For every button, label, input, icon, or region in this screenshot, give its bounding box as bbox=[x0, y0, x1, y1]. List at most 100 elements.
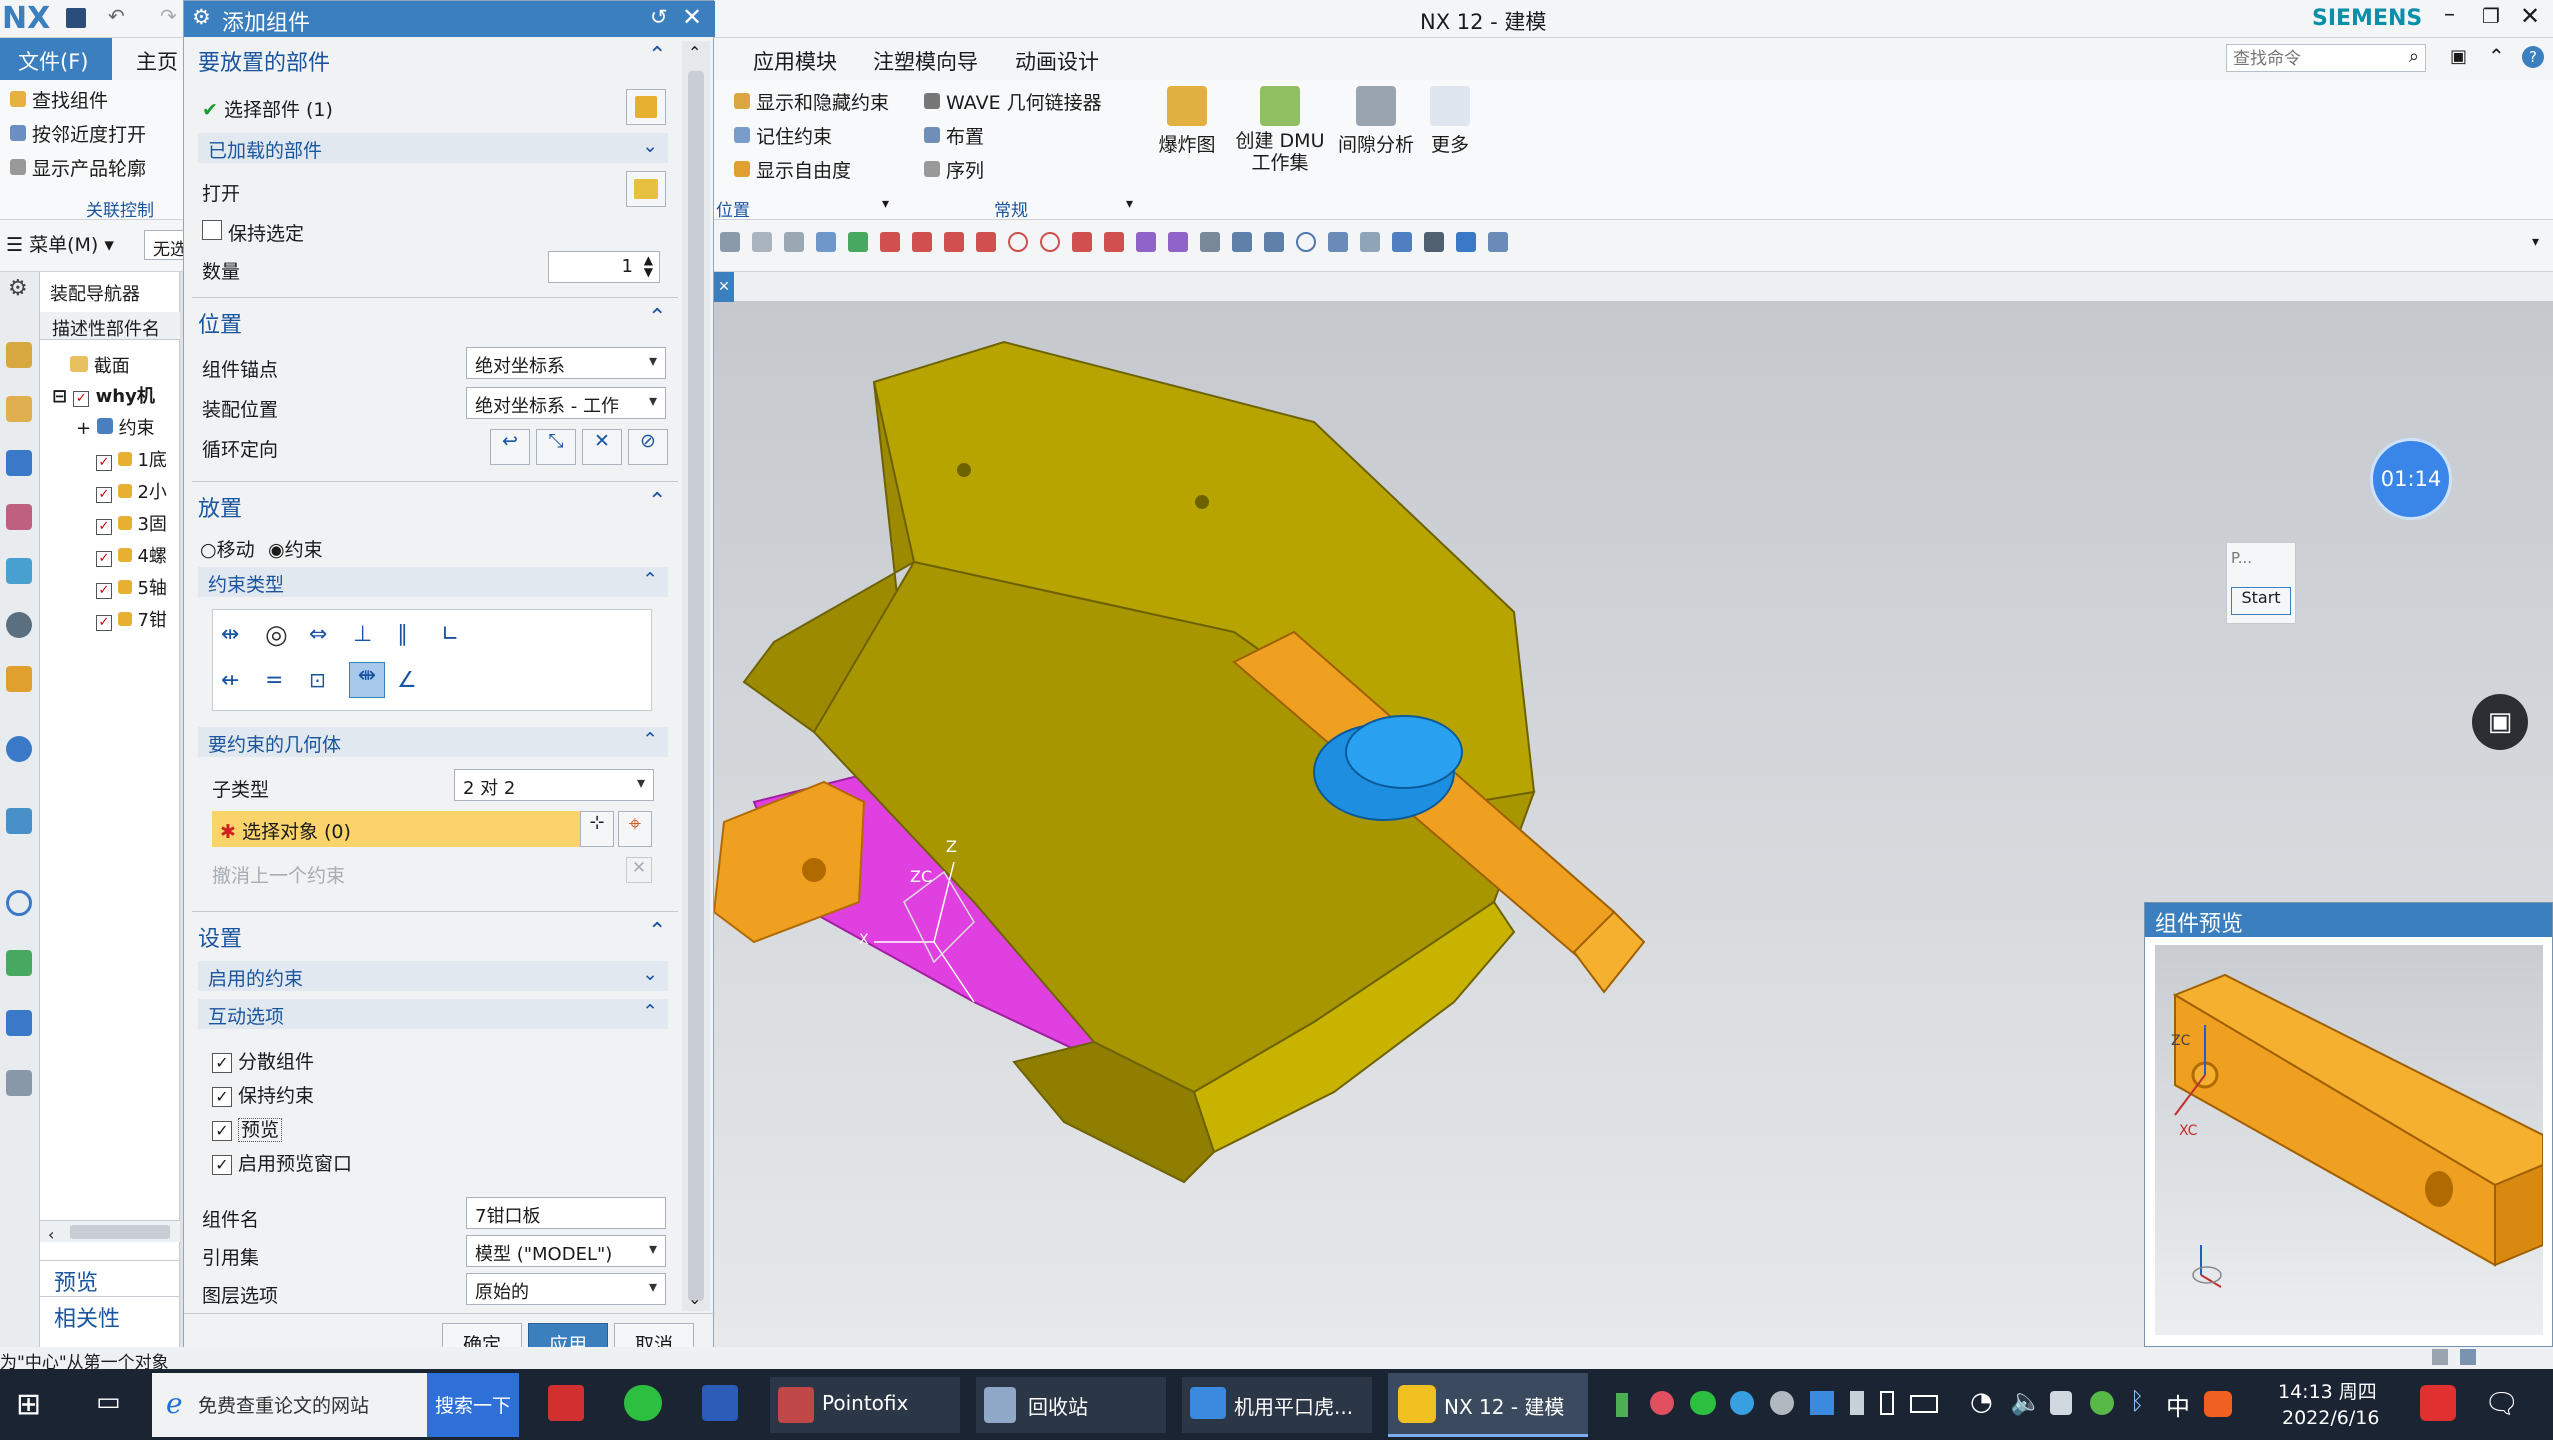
tray-grid-icon[interactable] bbox=[1810, 1391, 1834, 1415]
dependencies-section-header[interactable]: 相关性 bbox=[40, 1296, 180, 1332]
preview-option[interactable]: ✓ 预览 bbox=[212, 1115, 283, 1142]
tray-sync-icon[interactable] bbox=[1770, 1391, 1794, 1415]
section-position[interactable]: 位置 bbox=[198, 307, 242, 339]
select-object-row[interactable]: ✱ 选择对象 (0) bbox=[212, 811, 598, 847]
arrangement-button[interactable]: 布置 bbox=[924, 122, 984, 149]
move-radio[interactable]: ○移动 bbox=[200, 535, 255, 562]
layer-icon[interactable] bbox=[1200, 232, 1220, 252]
tray-ime-indicator[interactable]: 中 bbox=[2166, 1387, 2190, 1422]
word-icon[interactable] bbox=[702, 1385, 738, 1421]
reset-orientation-button[interactable]: ⊘ bbox=[628, 429, 668, 465]
tree-item-part[interactable]: ✓ 5轴 bbox=[96, 574, 167, 600]
add-point-button[interactable]: ⊹ bbox=[580, 811, 614, 847]
point-on-curve-icon[interactable] bbox=[1104, 232, 1124, 252]
scroll-thumb[interactable] bbox=[688, 71, 704, 1301]
close-icon[interactable]: ✕ bbox=[2520, 2, 2540, 30]
taskbar-app-pointofix[interactable]: Pointofix bbox=[770, 1377, 960, 1433]
collapse-icon[interactable]: ⌃ bbox=[648, 305, 666, 330]
loaded-parts-header[interactable]: 已加载的部件 ⌄ bbox=[198, 133, 668, 163]
arc-center-icon[interactable] bbox=[1008, 232, 1028, 252]
search-icon[interactable]: ⌕ bbox=[2409, 46, 2419, 67]
tray-app-icon[interactable] bbox=[1650, 1391, 1674, 1415]
open-button[interactable] bbox=[626, 171, 666, 207]
keep-selected-option[interactable]: 保持选定 bbox=[202, 219, 304, 246]
section-parts-to-place[interactable]: 要放置的部件 bbox=[198, 45, 330, 77]
assembly-position-select[interactable]: 绝对坐标系 - 工作 bbox=[466, 387, 666, 419]
tree-checkbox[interactable]: ✓ bbox=[96, 487, 112, 503]
scroll-left-icon[interactable]: ‹ bbox=[40, 1225, 54, 1244]
recording-timer[interactable]: 01:14 bbox=[2370, 438, 2452, 520]
keep-selected-checkbox[interactable] bbox=[202, 220, 222, 240]
concentric-icon[interactable]: ◎ bbox=[265, 620, 288, 650]
minimize-icon[interactable]: – bbox=[2444, 2, 2455, 27]
control-point-icon[interactable] bbox=[944, 232, 964, 252]
orient-to-wcs-button[interactable]: ⤡ bbox=[536, 429, 576, 465]
pan-icon[interactable] bbox=[1328, 232, 1348, 252]
tree-checkbox[interactable]: ✓ bbox=[96, 615, 112, 631]
taskbar-app-vise-doc[interactable]: 机用平口虎... bbox=[1182, 1377, 1372, 1433]
preview-canvas[interactable]: ZC XC bbox=[2155, 945, 2544, 1335]
subtype-select[interactable]: 2 对 2 bbox=[454, 769, 654, 801]
keep-constraints-option[interactable]: ✓ 保持约束 bbox=[212, 1081, 314, 1108]
tree-checkbox[interactable]: ✓ bbox=[96, 551, 112, 567]
geometry-header[interactable]: 要约束的几何体 ⌃ bbox=[198, 727, 668, 757]
restore-icon[interactable]: ❐ bbox=[2482, 4, 2500, 28]
point-on-face-icon[interactable] bbox=[1136, 232, 1156, 252]
undo-last-constraint[interactable]: 撤消上一个约束 bbox=[212, 861, 345, 888]
tray-usb-icon[interactable] bbox=[1850, 1391, 1864, 1415]
snap-grid-icon[interactable] bbox=[848, 232, 868, 252]
collapse-icon[interactable]: ⌃ bbox=[648, 43, 666, 68]
collapse-icon[interactable]: ⌃ bbox=[648, 489, 666, 514]
find-component-button[interactable]: 查找组件 bbox=[10, 86, 108, 113]
enabled-constraints-header[interactable]: 启用的约束 ⌄ bbox=[198, 961, 668, 991]
tree-checkbox[interactable]: ✓ bbox=[96, 455, 112, 471]
exploded-view-button[interactable]: 爆炸图 bbox=[1152, 86, 1222, 157]
tray-volume-icon[interactable]: 🔈 bbox=[2010, 1387, 2042, 1417]
menu-dropdown[interactable]: ☰ 菜单(M) ▾ bbox=[6, 230, 114, 257]
tab-home[interactable]: 主页 bbox=[136, 46, 178, 76]
pdf-app-icon[interactable] bbox=[548, 1385, 584, 1421]
group-expand-icon[interactable]: ▾ bbox=[882, 196, 889, 212]
tray-wechat-icon[interactable] bbox=[1690, 1391, 1716, 1415]
body-icon[interactable] bbox=[816, 232, 836, 252]
select-icon[interactable] bbox=[752, 232, 772, 252]
show-dof-button[interactable]: 显示自由度 bbox=[734, 156, 851, 183]
tray-battery-icon[interactable] bbox=[1616, 1393, 1628, 1417]
redo-icon[interactable]: ↷ bbox=[160, 4, 177, 28]
center-icon[interactable]: ⇼ bbox=[349, 662, 385, 698]
tray-360-icon[interactable] bbox=[2090, 1391, 2114, 1415]
perpendicular-icon[interactable]: ∟ bbox=[441, 622, 459, 647]
tab-mold-wizard[interactable]: 注塑模向导 bbox=[873, 46, 978, 76]
endpoint-icon[interactable] bbox=[880, 232, 900, 252]
select-part-button[interactable] bbox=[626, 89, 666, 125]
clock-icon[interactable] bbox=[6, 890, 32, 916]
preview-section-header[interactable]: 预览 bbox=[40, 1260, 180, 1296]
tree-checkbox[interactable]: ✓ bbox=[73, 391, 90, 407]
tray-wifi-icon[interactable]: ◔ bbox=[1970, 1387, 1993, 1417]
scatter-checkbox[interactable]: ✓ bbox=[212, 1053, 232, 1073]
create-dmu-button[interactable]: 创建 DMU 工作集 bbox=[1230, 86, 1330, 174]
clearance-analysis-button[interactable]: 间隙分析 bbox=[1336, 86, 1416, 157]
select-part-row[interactable]: ✔ 选择部件 (1) bbox=[202, 95, 333, 122]
collapse-ribbon-icon[interactable]: ⌃ bbox=[2488, 44, 2505, 68]
point-constructor-button[interactable]: ⌖ bbox=[618, 811, 652, 847]
help-icon[interactable]: ? bbox=[2522, 46, 2544, 68]
tray-power-icon[interactable] bbox=[1910, 1395, 1938, 1413]
curve-rule-icon[interactable] bbox=[720, 232, 740, 252]
tree-item-part[interactable]: ✓ 1底 bbox=[96, 446, 167, 472]
image-icon[interactable]: ▣ bbox=[2472, 694, 2528, 750]
graphics-window[interactable]: Z ZC X 01:14 P... Start ▣ 组件预览 ZC XC bbox=[714, 302, 2553, 1347]
start-button[interactable]: Start bbox=[2231, 587, 2291, 615]
process-studio-icon[interactable] bbox=[6, 736, 32, 762]
action-center-icon[interactable]: 🗨 bbox=[2484, 1387, 2520, 1420]
tools-icon[interactable] bbox=[6, 1070, 32, 1096]
tree-item-part[interactable]: ✓ 7钳 bbox=[96, 606, 167, 632]
preview-window-option[interactable]: ✓ 启用预览窗口 bbox=[212, 1149, 352, 1176]
constraint-nav-icon[interactable] bbox=[6, 396, 32, 422]
save-icon[interactable] bbox=[66, 8, 86, 28]
taskbar-search-button[interactable]: 搜索一下 bbox=[427, 1373, 519, 1437]
tray-player-icon[interactable] bbox=[1730, 1391, 1754, 1415]
show-hide-constraints-button[interactable]: 显示和隐藏约束 bbox=[734, 88, 889, 115]
taskbar-app-recycle-bin[interactable]: 回收站 bbox=[976, 1377, 1166, 1433]
tree-item-part[interactable]: ✓ 3固 bbox=[96, 510, 167, 536]
